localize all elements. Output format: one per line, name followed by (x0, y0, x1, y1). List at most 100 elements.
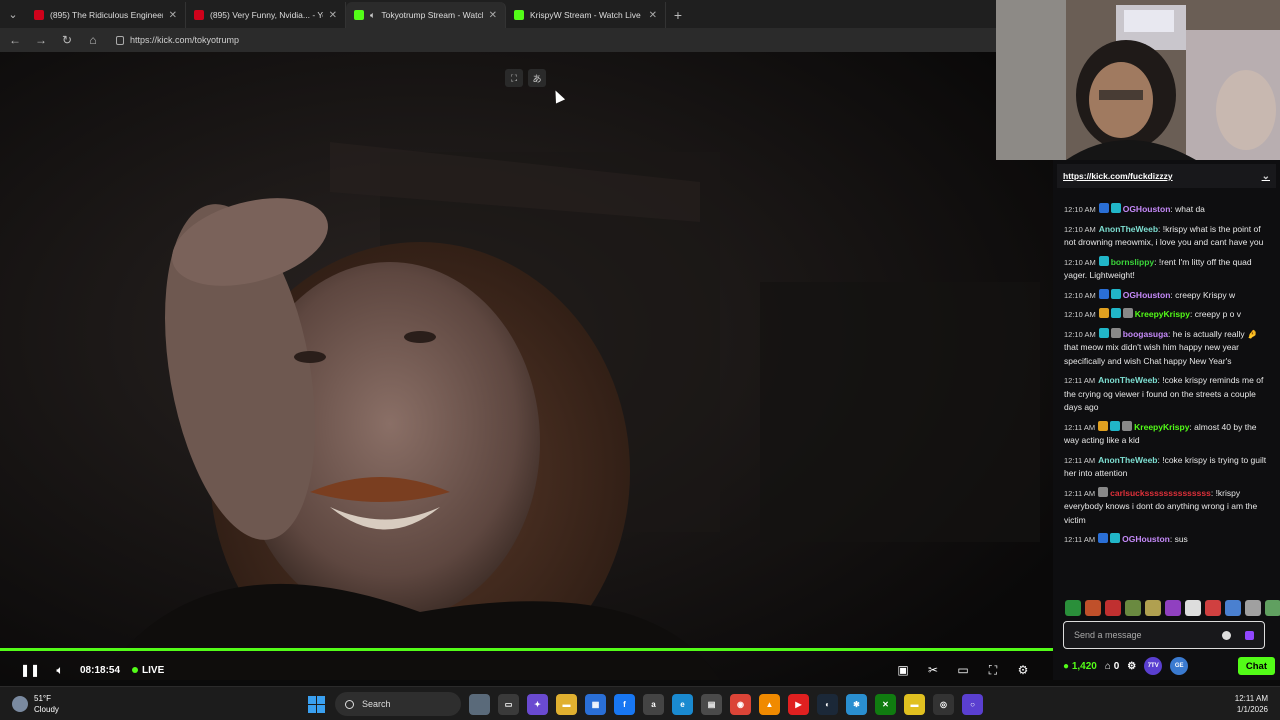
translate-icon[interactable]: あ (528, 69, 546, 87)
progress-bar[interactable] (0, 648, 1053, 651)
chat-timestamp: 12:10 AM (1064, 224, 1096, 234)
chat-username[interactable]: OGHouston (1122, 534, 1170, 544)
home-icon[interactable]: ⌂ (82, 29, 104, 51)
new-tab-button[interactable]: + (666, 2, 690, 28)
chat-username[interactable]: bornslippy (1111, 257, 1154, 267)
steam-icon[interactable]: ◐ (817, 693, 838, 715)
chat-input-placeholder: Send a message (1074, 630, 1142, 640)
pinned-link[interactable]: https://kick.com/fuckdizzzy (1063, 171, 1173, 181)
chat-username[interactable]: AnonTheWeeb (1099, 224, 1158, 234)
emote-icon[interactable] (1265, 600, 1280, 616)
chat-text: sus (1174, 534, 1188, 544)
tab-favicon-icon (34, 10, 44, 20)
network-app-icon[interactable]: ✱ (846, 693, 867, 715)
user-badge-icon (1098, 203, 1109, 213)
clip-icon[interactable]: ✂ (921, 658, 945, 682)
video-player[interactable]: ⛶ あ (0, 52, 1053, 680)
chevron-down-icon[interactable]: ⌄ (1262, 171, 1270, 182)
facebook-icon[interactable]: f (614, 693, 635, 715)
reload-icon[interactable]: ↻ (56, 29, 78, 51)
browser-tab[interactable]: (895) The Ridiculous Engineering o ✕ (26, 2, 186, 28)
amazon-icon[interactable]: a (643, 693, 664, 715)
points[interactable]: ⌂ 0 (1105, 661, 1119, 672)
file-explorer-icon[interactable]: ▬ (556, 693, 577, 715)
theater-mode-icon[interactable]: ▭ (951, 658, 975, 682)
pause-icon[interactable]: ❚❚ (18, 658, 42, 682)
emote-icon[interactable] (1125, 600, 1141, 616)
pip-icon[interactable]: ▣ (891, 658, 915, 682)
chat-input[interactable]: Send a message (1063, 621, 1265, 649)
chat-message: 12:11 AM AnonTheWeeb: !coke krispy remind… (1053, 371, 1280, 418)
forward-arrow-icon[interactable]: → (30, 29, 52, 51)
tab-close-icon[interactable]: ✕ (489, 10, 497, 21)
emote-icon[interactable] (1105, 600, 1121, 616)
back-arrow-icon[interactable]: ← (4, 29, 26, 51)
send-icon[interactable] (1245, 630, 1254, 640)
widgets-icon[interactable] (469, 693, 490, 715)
emote-icon[interactable] (1085, 600, 1101, 616)
browser-tab[interactable]: 🔈︎ Tokyotrump Stream - Watch L ✕ (346, 2, 506, 28)
tab-search-chevron-icon[interactable]: ⌄ (0, 0, 26, 28)
chat-username[interactable]: AnonTheWeeb (1098, 455, 1157, 465)
xbox-icon[interactable]: ✕ (875, 693, 896, 715)
fullscreen-icon[interactable]: ⛶ (981, 658, 1005, 682)
ge-icon[interactable]: GE (1170, 657, 1189, 675)
chat-username[interactable]: KreepyKrispy (1134, 422, 1189, 432)
start-windows-icon[interactable] (306, 694, 327, 715)
weather-widget[interactable]: 51°F Cloudy (12, 693, 59, 715)
store-icon[interactable]: ▦ (585, 693, 606, 715)
url-field[interactable]: https://kick.com/tokyotrump (116, 35, 239, 45)
settings-gear-icon[interactable]: ⚙ (1011, 658, 1035, 682)
chat-username[interactable]: AnonTheWeeb (1098, 375, 1157, 385)
chat-settings-gear-icon[interactable]: ⚙ (1127, 661, 1136, 672)
emote-icon[interactable] (1205, 600, 1221, 616)
emote-icon[interactable] (1145, 600, 1161, 616)
obs-icon[interactable]: ◎ (933, 693, 954, 715)
calculator-icon[interactable]: ▤ (701, 693, 722, 715)
webcam-frame (996, 0, 1280, 160)
cortana-icon[interactable]: ○ (962, 693, 983, 715)
tab-title: (895) The Ridiculous Engineering o (50, 10, 163, 20)
browser-tab[interactable]: (895) Very Funny, Nvidia... - YouTu ✕ (186, 2, 346, 28)
tab-close-icon[interactable]: ✕ (649, 10, 657, 21)
chat-username[interactable]: OGHouston (1123, 204, 1171, 214)
chat-timestamp: 12:10 AM (1064, 329, 1096, 339)
chrome-icon[interactable]: ◉ (730, 693, 751, 715)
webcam-overlay (996, 0, 1280, 160)
7tv-icon[interactable]: 7TV (1144, 657, 1163, 675)
chat-send-button[interactable]: Chat (1237, 657, 1275, 675)
emoji-icon[interactable] (1222, 630, 1231, 640)
copilot-icon[interactable]: ✦ (527, 693, 548, 715)
tab-strip: (895) The Ridiculous Engineering o✕(895)… (26, 2, 666, 28)
user-badge-icon (1110, 288, 1121, 299)
vlc-icon[interactable]: ▲ (759, 693, 780, 715)
tab-close-icon[interactable]: ✕ (169, 10, 177, 21)
pinned-apps: ▭ ✦ ▬ ▦ f a e ▤ ◉ ▲ ▶ ◐ ✱ ✕ ▬ ◎ ○ (469, 693, 983, 715)
search-icon (345, 699, 354, 709)
sticky-notes-icon[interactable]: ▬ (904, 693, 925, 715)
emote-icon[interactable] (1185, 600, 1201, 616)
youtube-icon[interactable]: ▶ (788, 693, 809, 715)
chat-username[interactable]: OGHouston (1123, 290, 1171, 300)
pinned-message[interactable]: https://kick.com/fuckdizzzy ⌄ (1057, 164, 1276, 188)
chat-username[interactable]: KreepyKrispy (1135, 309, 1190, 319)
emote-icon[interactable] (1245, 600, 1261, 616)
task-view-icon[interactable]: ▭ (498, 693, 519, 715)
browser-tab[interactable]: KrispyW Stream - Watch Live ✕ (506, 2, 666, 28)
chat-username[interactable]: boogasuga (1123, 329, 1168, 339)
tab-audio-icon[interactable]: 🔈︎ (370, 10, 375, 21)
fullscreen-toggle-icon[interactable]: ⛶ (505, 69, 523, 87)
emote-icon[interactable] (1165, 600, 1181, 616)
cloud-icon (12, 696, 28, 712)
edge-icon[interactable]: e (672, 693, 693, 715)
system-clock[interactable]: 12:11 AM 1/1/2026 (1235, 693, 1268, 715)
chat-username[interactable]: carlsuckssssssssssssss (1110, 488, 1211, 498)
emote-icon[interactable] (1225, 600, 1241, 616)
user-badge-icon (1098, 533, 1109, 543)
emote-icon[interactable] (1065, 600, 1081, 616)
tab-close-icon[interactable]: ✕ (329, 10, 337, 21)
user-badge-icon (1098, 308, 1109, 318)
volume-icon[interactable]: 🔈︎ (48, 658, 72, 682)
chat-message: 12:10 AM OGHouston: creepy Krispy w (1053, 286, 1280, 306)
taskbar-search[interactable]: Search (335, 692, 461, 716)
